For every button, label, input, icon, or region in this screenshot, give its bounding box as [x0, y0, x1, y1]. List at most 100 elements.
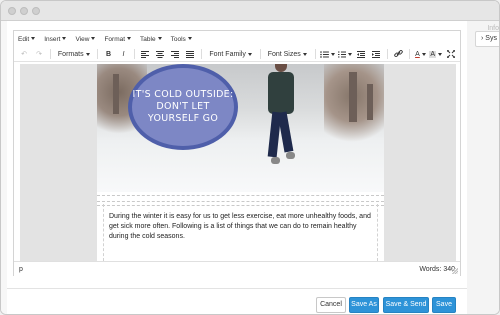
cancel-button[interactable]: Cancel: [316, 297, 346, 313]
font-family-label: Font Family: [209, 50, 246, 58]
minimize-window-dot[interactable]: [20, 7, 28, 15]
outdent-icon[interactable]: [355, 48, 367, 60]
save-as-button[interactable]: Save As: [349, 297, 379, 313]
fullscreen-icon[interactable]: [445, 48, 457, 60]
runner-jacket: [268, 72, 294, 114]
font-family-dropdown[interactable]: Font Family: [206, 48, 254, 60]
editor-menubar: Edit Insert View Format Table Tools: [14, 31, 460, 47]
chevron-down-icon: [157, 36, 162, 40]
badge-line-2: DON'T LET: [156, 101, 210, 112]
align-left-icon[interactable]: [139, 48, 151, 60]
document-page[interactable]: IT'S COLD OUTSIDE: DON'T LET YOURSELF GO: [97, 64, 384, 261]
align-right-icon[interactable]: [169, 48, 181, 60]
headline-badge: IT'S COLD OUTSIDE: DON'T LET YOURSELF GO: [128, 64, 238, 150]
chevron-down-icon: [85, 52, 90, 56]
side-tab-label: Sys: [485, 35, 497, 42]
tree-trunk: [367, 84, 373, 120]
element-path[interactable]: p: [19, 266, 23, 273]
tree-trunk: [349, 72, 357, 122]
side-tab-sys[interactable]: › Sys: [475, 31, 499, 47]
chevron-down-icon: [421, 52, 426, 56]
chevron-down-icon: [91, 36, 96, 40]
chevron-down-icon: [31, 36, 36, 40]
badge-line-3: YOURSELF GO: [147, 113, 219, 124]
window-titlebar: [1, 1, 499, 21]
runner-leg: [277, 111, 294, 153]
bold-button[interactable]: B: [102, 48, 114, 60]
toolbar-divider: [387, 49, 389, 59]
bold-label: B: [105, 50, 112, 58]
chevron-down-icon: [348, 52, 353, 56]
left-gutter: [1, 21, 7, 314]
toolbar-divider: [314, 49, 316, 59]
chevron-right-icon: ›: [481, 35, 484, 42]
bullet-list-icon[interactable]: [319, 48, 335, 60]
footer-divider: [7, 288, 467, 289]
runner-figure: [262, 64, 302, 174]
chevron-down-icon: [187, 36, 192, 40]
editor-content-area[interactable]: IT'S COLD OUTSIDE: DON'T LET YOURSELF GO: [20, 64, 456, 261]
italic-button[interactable]: I: [117, 48, 129, 60]
menu-view[interactable]: View: [75, 35, 96, 43]
table-border: [97, 201, 384, 202]
runner-shoe: [271, 157, 280, 164]
redo-icon[interactable]: ↷: [33, 48, 45, 60]
toolbar-divider: [409, 49, 411, 59]
indent-icon[interactable]: [370, 48, 382, 60]
link-icon[interactable]: [392, 48, 404, 60]
background-color-icon: A: [429, 50, 437, 58]
chevron-down-icon: [247, 52, 252, 56]
menu-format[interactable]: Format: [104, 36, 132, 43]
toolbar-divider: [201, 49, 203, 59]
rich-text-editor: Edit Insert View Format Table Tools ↶ ↷ …: [13, 30, 461, 276]
intro-paragraph[interactable]: During the winter it is easy for us to g…: [109, 212, 374, 242]
menu-view-label: View: [75, 35, 90, 43]
menu-tools[interactable]: Tools: [171, 36, 192, 43]
background-color-button[interactable]: A: [429, 48, 443, 60]
menu-edit[interactable]: Edit: [18, 35, 36, 43]
menu-edit-label: Edit: [18, 35, 30, 43]
text-color-button[interactable]: A: [414, 48, 426, 60]
editor-statusbar: p Words: 340: [14, 261, 460, 276]
font-sizes-dropdown[interactable]: Font Sizes: [265, 48, 310, 60]
badge-line-1: IT'S COLD OUTSIDE:: [132, 89, 234, 100]
chevron-down-icon: [438, 52, 443, 56]
undo-icon[interactable]: ↶: [18, 48, 30, 60]
align-justify-icon[interactable]: [184, 48, 196, 60]
menu-table-label: Table: [140, 35, 156, 43]
runner-shoe: [286, 152, 295, 159]
numbered-list-icon[interactable]: [337, 48, 353, 60]
menu-tools-label: Tools: [170, 35, 186, 43]
chevron-down-icon: [302, 52, 307, 56]
tree-trunk: [113, 74, 119, 114]
toolbar-divider: [97, 49, 99, 59]
italic-label: I: [122, 50, 125, 58]
formats-dropdown[interactable]: Formats: [55, 48, 92, 60]
align-center-icon[interactable]: [154, 48, 166, 60]
app-window: Info › Sys Edit Insert View Format Table…: [0, 0, 500, 315]
table-border: [97, 205, 384, 206]
save-button[interactable]: Save: [432, 297, 456, 313]
right-side-panel: Info: [467, 21, 499, 314]
chevron-down-icon: [330, 52, 335, 56]
table-border: [97, 195, 384, 196]
menu-table[interactable]: Table: [140, 36, 162, 43]
font-sizes-label: Font Sizes: [267, 50, 301, 58]
close-window-dot[interactable]: [8, 7, 16, 15]
editor-toolbar: ↶ ↷ Formats B I Font Family Font Sizes A…: [14, 47, 460, 62]
toolbar-divider: [50, 49, 51, 59]
toolbar-divider: [259, 49, 261, 59]
maximize-window-dot[interactable]: [32, 7, 40, 15]
runner-head: [275, 64, 287, 72]
toolbar-divider: [134, 49, 136, 59]
menu-insert-label: Insert: [44, 35, 61, 43]
chevron-down-icon: [127, 36, 132, 40]
text-color-icon: A: [415, 50, 420, 58]
save-and-send-button[interactable]: Save & Send: [383, 297, 429, 313]
formats-label: Formats: [57, 50, 84, 58]
table-border: [377, 204, 378, 261]
word-count: Words: 340: [419, 265, 455, 273]
menu-insert[interactable]: Insert: [44, 35, 67, 43]
resize-handle-icon[interactable]: [452, 268, 458, 274]
winter-runner-image[interactable]: IT'S COLD OUTSIDE: DON'T LET YOURSELF GO: [97, 64, 384, 192]
